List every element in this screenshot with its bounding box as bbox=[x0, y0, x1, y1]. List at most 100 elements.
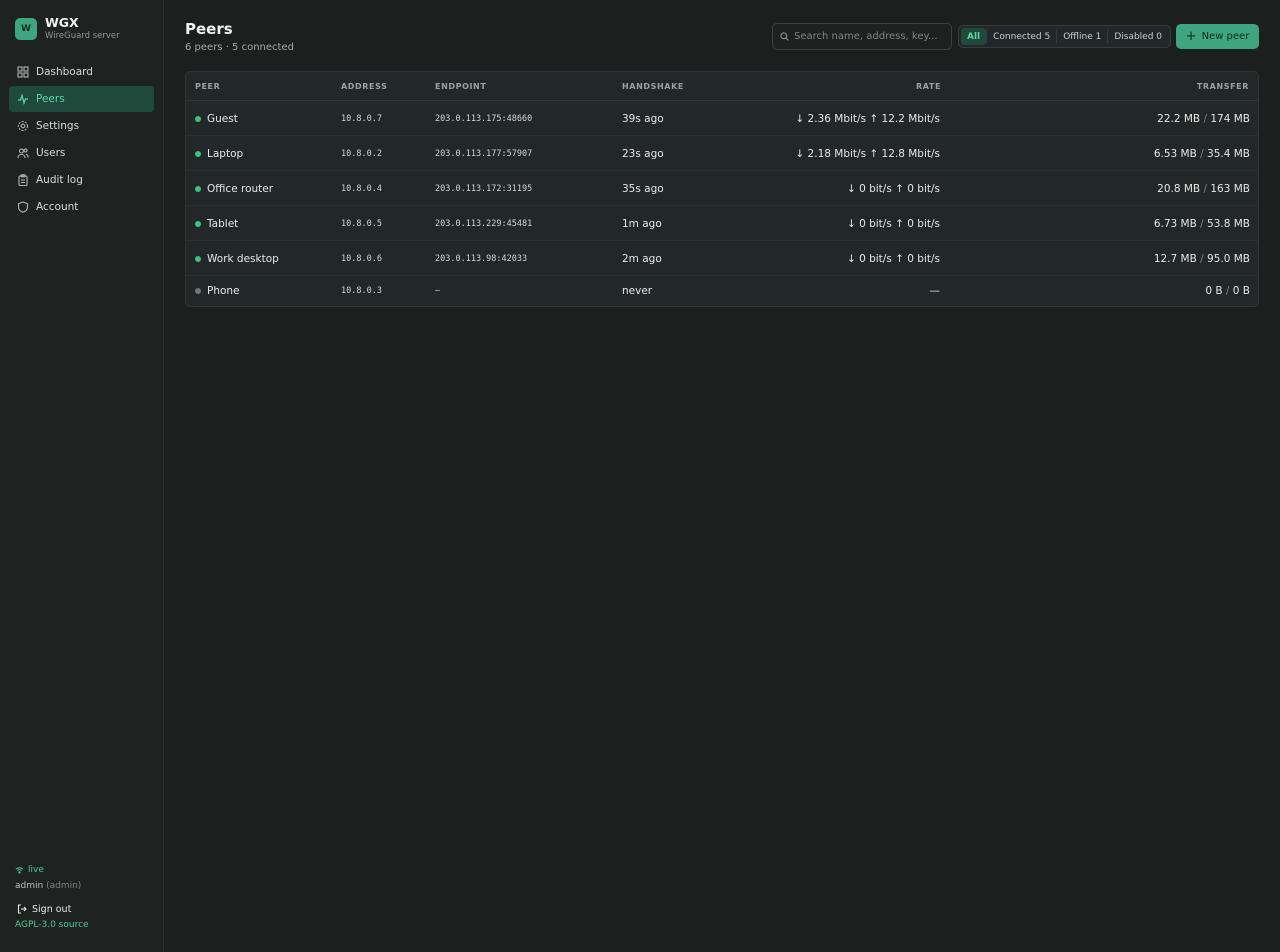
filter-offline[interactable]: Offline 1 bbox=[1056, 28, 1107, 45]
peer-address: 10.8.0.7 bbox=[341, 113, 382, 124]
transfer-tx: 35.4 MB bbox=[1207, 147, 1250, 160]
filter-connected[interactable]: Connected 5 bbox=[986, 28, 1056, 45]
search-icon bbox=[780, 32, 789, 41]
peers-table: PEER ADDRESS ENDPOINT HANDSHAKE RATE TRA… bbox=[185, 71, 1259, 307]
peer-transfer: 22.2 MB / 174 MB bbox=[1157, 112, 1250, 125]
clipboard-icon bbox=[17, 174, 29, 186]
peer-transfer: 6.73 MB / 53.8 MB bbox=[1153, 217, 1250, 230]
peer-endpoint: 203.0.113.98:42033 bbox=[435, 253, 528, 264]
sidebar-item-users[interactable]: Users bbox=[9, 140, 154, 166]
transfer-rx: 20.8 MB bbox=[1157, 182, 1201, 195]
sidebar-item-audit-log[interactable]: Audit log bbox=[9, 167, 154, 193]
filter-all[interactable]: All bbox=[961, 28, 987, 45]
brand-subtitle: WireGuard server bbox=[45, 31, 120, 41]
current-user: admin (admin) bbox=[15, 881, 89, 895]
source-link[interactable]: AGPL-3.0 source bbox=[15, 920, 89, 930]
status-dot bbox=[195, 115, 201, 122]
status-dot bbox=[195, 150, 201, 157]
transfer-rx: 6.73 MB bbox=[1153, 217, 1197, 230]
column-header-rate[interactable]: RATE bbox=[916, 82, 941, 91]
transfer-tx: 0 B bbox=[1232, 285, 1250, 297]
peer-name: Tablet bbox=[207, 217, 239, 230]
peer-name: Work desktop bbox=[207, 252, 279, 265]
new-peer-label: New peer bbox=[1201, 31, 1250, 42]
peer-rate: ↓ 2.36 Mbit/s ↑ 12.2 Mbit/s bbox=[795, 112, 940, 125]
sidebar-item-settings[interactable]: Settings bbox=[9, 113, 154, 139]
brand[interactable]: W WGX WireGuard server bbox=[15, 16, 120, 42]
peer-endpoint: – bbox=[435, 286, 441, 296]
status-dot bbox=[195, 185, 201, 192]
transfer-rx: 12.7 MB bbox=[1153, 252, 1197, 265]
sidebar-item-label: Audit log bbox=[36, 174, 83, 186]
peer-rate: ↓ 2.18 Mbit/s ↑ 12.8 Mbit/s bbox=[795, 147, 940, 160]
peer-name: Guest bbox=[207, 112, 238, 125]
table-row[interactable]: Guest 10.8.0.7 203.0.113.175:48660 39s a… bbox=[186, 101, 1258, 136]
sidebar-item-label: Peers bbox=[36, 93, 65, 105]
peer-transfer: 6.53 MB / 35.4 MB bbox=[1153, 147, 1250, 160]
sign-out-button[interactable]: Sign out bbox=[15, 900, 89, 918]
column-header-endpoint[interactable]: ENDPOINT bbox=[435, 82, 486, 91]
peer-handshake: 1m ago bbox=[622, 217, 662, 230]
peer-name: Laptop bbox=[207, 147, 244, 160]
column-header-address[interactable]: ADDRESS bbox=[341, 82, 387, 91]
sign-out-icon bbox=[17, 904, 27, 914]
user-role: (admin) bbox=[46, 881, 82, 891]
peer-address: 10.8.0.3 bbox=[341, 286, 382, 296]
peer-handshake: 35s ago bbox=[622, 182, 664, 195]
gear-icon bbox=[17, 120, 29, 132]
table-row[interactable]: Tablet 10.8.0.5 203.0.113.229:45481 1m a… bbox=[186, 206, 1258, 241]
table-header: PEER ADDRESS ENDPOINT HANDSHAKE RATE TRA… bbox=[186, 72, 1258, 101]
table-row[interactable]: Work desktop 10.8.0.6 203.0.113.98:42033… bbox=[186, 241, 1258, 276]
peer-endpoint: 203.0.113.177:57907 bbox=[435, 148, 533, 159]
peer-rate: ↓ 0 bit/s ↑ 0 bit/s bbox=[846, 182, 940, 195]
filter-disabled[interactable]: Disabled 0 bbox=[1107, 28, 1168, 45]
live-indicator: live bbox=[15, 863, 89, 877]
sidebar-item-peers[interactable]: Peers bbox=[9, 86, 154, 112]
peer-handshake: 39s ago bbox=[622, 112, 664, 125]
column-header-transfer[interactable]: TRANSFER bbox=[1197, 82, 1249, 91]
sidebar: W WGX WireGuard server Dashboard Peers S… bbox=[0, 0, 164, 952]
peer-transfer: 20.8 MB / 163 MB bbox=[1157, 182, 1250, 195]
sidebar-nav: Dashboard Peers Settings Users Audit log bbox=[9, 59, 154, 221]
peer-address: 10.8.0.2 bbox=[341, 148, 382, 159]
peer-address: 10.8.0.5 bbox=[341, 218, 382, 229]
transfer-tx: 53.8 MB bbox=[1207, 217, 1250, 230]
transfer-tx: 163 MB bbox=[1210, 182, 1250, 195]
plus-icon: + bbox=[1185, 28, 1197, 44]
new-peer-button[interactable]: + New peer bbox=[1176, 24, 1259, 49]
search-input[interactable] bbox=[794, 31, 944, 42]
transfer-rx: 6.53 MB bbox=[1153, 147, 1197, 160]
sidebar-footer: live admin (admin) Sign out AGPL-3.0 sou… bbox=[15, 863, 89, 930]
transfer-tx: 174 MB bbox=[1210, 112, 1250, 125]
activity-icon bbox=[17, 93, 29, 105]
transfer-rx: 22.2 MB bbox=[1157, 112, 1201, 125]
status-dot bbox=[195, 255, 201, 262]
sidebar-item-label: Users bbox=[36, 147, 66, 159]
peer-handshake: never bbox=[622, 285, 653, 297]
table-row[interactable]: Office router 10.8.0.4 203.0.113.172:311… bbox=[186, 171, 1258, 206]
sidebar-item-account[interactable]: Account bbox=[9, 194, 154, 220]
search-box[interactable] bbox=[772, 23, 952, 50]
column-header-handshake[interactable]: HANDSHAKE bbox=[622, 82, 684, 91]
sidebar-item-label: Account bbox=[36, 201, 79, 213]
sidebar-item-dashboard[interactable]: Dashboard bbox=[9, 59, 154, 85]
sign-out-label: Sign out bbox=[32, 903, 72, 915]
peer-endpoint: 203.0.113.175:48660 bbox=[435, 113, 533, 124]
column-header-peer[interactable]: PEER bbox=[195, 82, 220, 91]
peer-endpoint: 203.0.113.229:45481 bbox=[435, 218, 533, 229]
grid-icon bbox=[17, 66, 29, 78]
peer-transfer: 12.7 MB / 95.0 MB bbox=[1153, 252, 1250, 265]
brand-name: WGX bbox=[45, 15, 79, 30]
page-subtitle: 6 peers · 5 connected bbox=[185, 42, 294, 53]
peer-endpoint: 203.0.113.172:31195 bbox=[435, 183, 533, 194]
wifi-icon bbox=[15, 867, 24, 874]
transfer-tx: 95.0 MB bbox=[1207, 252, 1250, 265]
table-row[interactable]: Laptop 10.8.0.2 203.0.113.177:57907 23s … bbox=[186, 136, 1258, 171]
peer-rate: ↓ 0 bit/s ↑ 0 bit/s bbox=[846, 217, 940, 230]
peer-handshake: 23s ago bbox=[622, 147, 664, 160]
shield-icon bbox=[17, 201, 29, 213]
table-row[interactable]: Phone 10.8.0.3 – never — 0 B / 0 B bbox=[186, 276, 1258, 306]
page-title: Peers bbox=[185, 20, 233, 38]
peer-rate: — bbox=[929, 285, 941, 297]
sidebar-item-label: Dashboard bbox=[36, 66, 93, 78]
